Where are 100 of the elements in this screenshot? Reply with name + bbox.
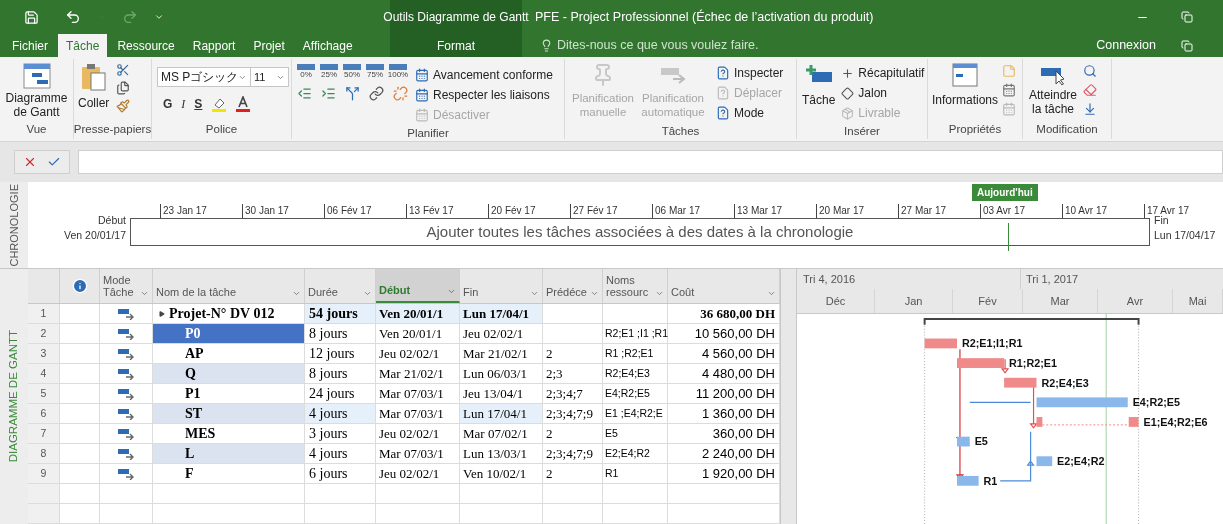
go-to-task-button[interactable]: Atteindre la tâche [1026, 63, 1080, 121]
font-color-icon[interactable] [236, 96, 251, 112]
percent-complete-button[interactable]: 100% [387, 64, 409, 80]
fill-down-icon[interactable] [1083, 102, 1097, 116]
format-painter-icon[interactable] [116, 99, 131, 113]
ribbon-command[interactable]: Mode [716, 103, 784, 123]
link-icon[interactable] [369, 86, 384, 101]
percent-complete-button[interactable]: 0% [295, 64, 317, 80]
undo-icon[interactable] [65, 9, 81, 25]
finish-cell: Lun 06/03/1 [460, 364, 543, 384]
ribbon-command[interactable]: Inspecter [716, 63, 784, 83]
percent-complete-button[interactable]: 50% [341, 64, 363, 80]
finish-cell: Jeu 02/02/1 [460, 324, 543, 344]
font-size-select[interactable]: 11 [251, 67, 289, 87]
save-icon[interactable] [24, 9, 39, 25]
task-mode-icon [118, 467, 134, 480]
duration-cell: 6 jours [305, 464, 376, 484]
insert-task-button[interactable]: Tâche [802, 63, 836, 123]
ribbon-tab[interactable]: Affichage [294, 34, 361, 57]
restore-icon[interactable] [1181, 11, 1193, 23]
ribbon-tab[interactable]: Ressource [109, 34, 183, 57]
dropdown-icon [447, 287, 456, 296]
deliverable-icon [841, 106, 855, 120]
finish-cell: Mar 21/02/1 [460, 344, 543, 364]
schedule-command-icon [415, 68, 429, 82]
ribbon-tab[interactable]: Format [390, 34, 522, 57]
finish-date: Lun 17/04/17 [1154, 228, 1216, 244]
milestone-icon [841, 86, 855, 100]
paste-button[interactable]: Coller [78, 59, 110, 121]
copy-icon[interactable] [116, 81, 131, 95]
outdent-icon[interactable] [297, 86, 312, 101]
view-label: DIAGRAMME DE GANTT [6, 330, 21, 463]
details-icon[interactable] [1002, 83, 1017, 97]
ribbon-command[interactable]: Avancement conforme [415, 65, 553, 85]
schedule-command-icon [415, 108, 429, 122]
timeline-tick: 27 Mar 17 [898, 204, 980, 218]
column-header[interactable]: Mode Tâche [100, 269, 153, 303]
confirm-icon[interactable] [47, 155, 61, 169]
restore-icon[interactable] [1181, 39, 1193, 52]
ribbon-tab[interactable]: Fichier [4, 34, 56, 57]
customize-icon[interactable] [154, 12, 164, 22]
bold-button[interactable]: G [163, 95, 173, 113]
entry-field[interactable] [78, 150, 1223, 174]
task-mode-icon [118, 327, 134, 340]
search-icon[interactable] [1083, 64, 1097, 78]
task-name-cell[interactable]: L [153, 444, 305, 464]
task-name-cell[interactable]: F [153, 464, 305, 484]
ribbon-tab[interactable]: Tâche [58, 34, 108, 57]
font-select[interactable]: MS Pゴシック [157, 67, 251, 87]
column-header[interactable]: Début [376, 269, 460, 303]
task-name-cell[interactable]: Q [153, 364, 305, 384]
finish-cell: Mar 07/02/1 [460, 424, 543, 444]
percent-complete-button[interactable]: 75% [364, 64, 386, 80]
finish-cell: Ven 10/02/1 [460, 464, 543, 484]
today-marker: Aujourd'hui [972, 184, 1038, 201]
column-header[interactable]: Noms ressourc [603, 269, 668, 303]
timeline-tick: 20 Fév 17 [488, 204, 570, 218]
task-mode-icon [118, 367, 134, 380]
finish-cell: Lun 13/03/1 [460, 444, 543, 464]
predecessors-cell: 2 [543, 464, 603, 484]
cancel-icon[interactable] [23, 155, 37, 169]
row-number: 5 [28, 384, 60, 404]
ribbon-tab[interactable]: Projet [245, 34, 293, 57]
resources-cell: E1 ;E4;R2;E [603, 404, 668, 424]
table-cell [603, 484, 668, 504]
percent-complete-button[interactable]: 25% [318, 64, 340, 80]
row-number: 9 [28, 464, 60, 484]
information-button[interactable]: Informations [932, 63, 999, 121]
resources-cell: R1 ;R2;E1 [603, 344, 668, 364]
task-name-cell[interactable]: ST [153, 404, 305, 424]
highlight-color-icon[interactable] [211, 96, 228, 112]
predecessors-cell: 2;3;4;7 [543, 384, 603, 404]
italic-button[interactable]: I [181, 95, 186, 113]
sign-in-link[interactable]: Connexion [1096, 34, 1156, 57]
start-cell: Mar 07/03/1 [376, 444, 460, 464]
lightbulb-icon [540, 39, 553, 52]
tell-me-field[interactable]: Dites-nous ce que vous voulez faire. [540, 36, 759, 55]
row-number: 6 [28, 404, 60, 424]
split-icon[interactable] [345, 86, 360, 101]
resources-cell: R2;E1 ;I1 ;R1 [603, 324, 668, 344]
underline-button[interactable]: S [194, 95, 203, 113]
ribbon-command[interactable]: Respecter les liaisons [415, 85, 553, 105]
task-name-cell[interactable]: P0 [153, 324, 305, 344]
bar-label: R1;R2;E1 [1009, 357, 1057, 369]
gantt-view-button[interactable]: Diagramme de Gantt [0, 59, 73, 121]
column-header[interactable]: Fin [460, 269, 543, 303]
dropdown-icon [292, 289, 301, 298]
table-cell [305, 484, 376, 504]
row-number: 1 [28, 304, 60, 324]
column-header[interactable]: Nom de la tâche [153, 269, 305, 303]
column-header[interactable]: Prédéce [543, 269, 603, 303]
dropdown-icon [140, 289, 149, 298]
ribbon-command[interactable]: Jalon [841, 83, 925, 103]
ribbon-command[interactable]: Récapitulatif [841, 63, 925, 83]
unlink-icon[interactable] [393, 86, 408, 101]
indent-icon[interactable] [321, 86, 336, 101]
cut-icon[interactable] [116, 63, 131, 77]
ribbon-tab[interactable]: Rapport [184, 34, 244, 57]
collapse-icon[interactable] [159, 310, 165, 317]
eraser-icon[interactable] [1083, 83, 1097, 97]
